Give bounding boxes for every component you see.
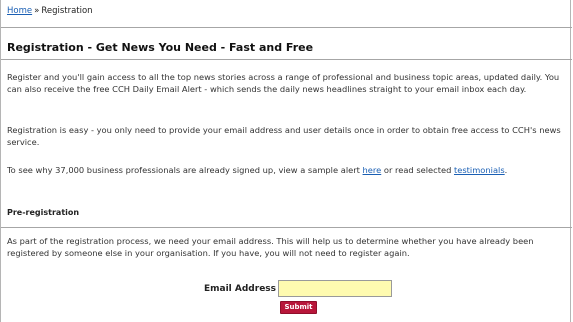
divider <box>1 27 572 28</box>
preregistration-heading: Pre-registration <box>7 208 80 217</box>
breadcrumb-home-link[interactable]: Home <box>7 6 32 16</box>
preregistration-paragraph: As part of the registration process, we … <box>7 236 534 258</box>
breadcrumb: Home» Registration <box>7 6 93 16</box>
signup-suffix: . <box>504 165 508 175</box>
divider <box>1 227 572 228</box>
testimonials-link[interactable]: testimonials <box>454 165 505 175</box>
signup-paragraph: To see why 37,000 business professionals… <box>7 164 563 176</box>
breadcrumb-current: Registration <box>41 6 93 16</box>
signup-prefix: To see why 37,000 business professionals… <box>7 165 363 175</box>
registration-easy-paragraph: Registration is easy - you only need to … <box>7 125 561 147</box>
intro-paragraph: Register and you'll gain access to all t… <box>7 72 560 94</box>
breadcrumb-separator: » <box>34 6 40 16</box>
page-title: Registration - Get News You Need - Fast … <box>7 41 314 54</box>
signup-middle: or read selected <box>381 165 454 175</box>
registration-panel: Home» Registration Registration - Get New… <box>0 0 572 322</box>
submit-button[interactable]: Submit <box>280 301 317 314</box>
email-address-input[interactable] <box>278 280 392 297</box>
divider <box>1 59 572 60</box>
email-address-label: Email Address <box>204 284 277 294</box>
sample-alert-link[interactable]: here <box>363 165 382 175</box>
